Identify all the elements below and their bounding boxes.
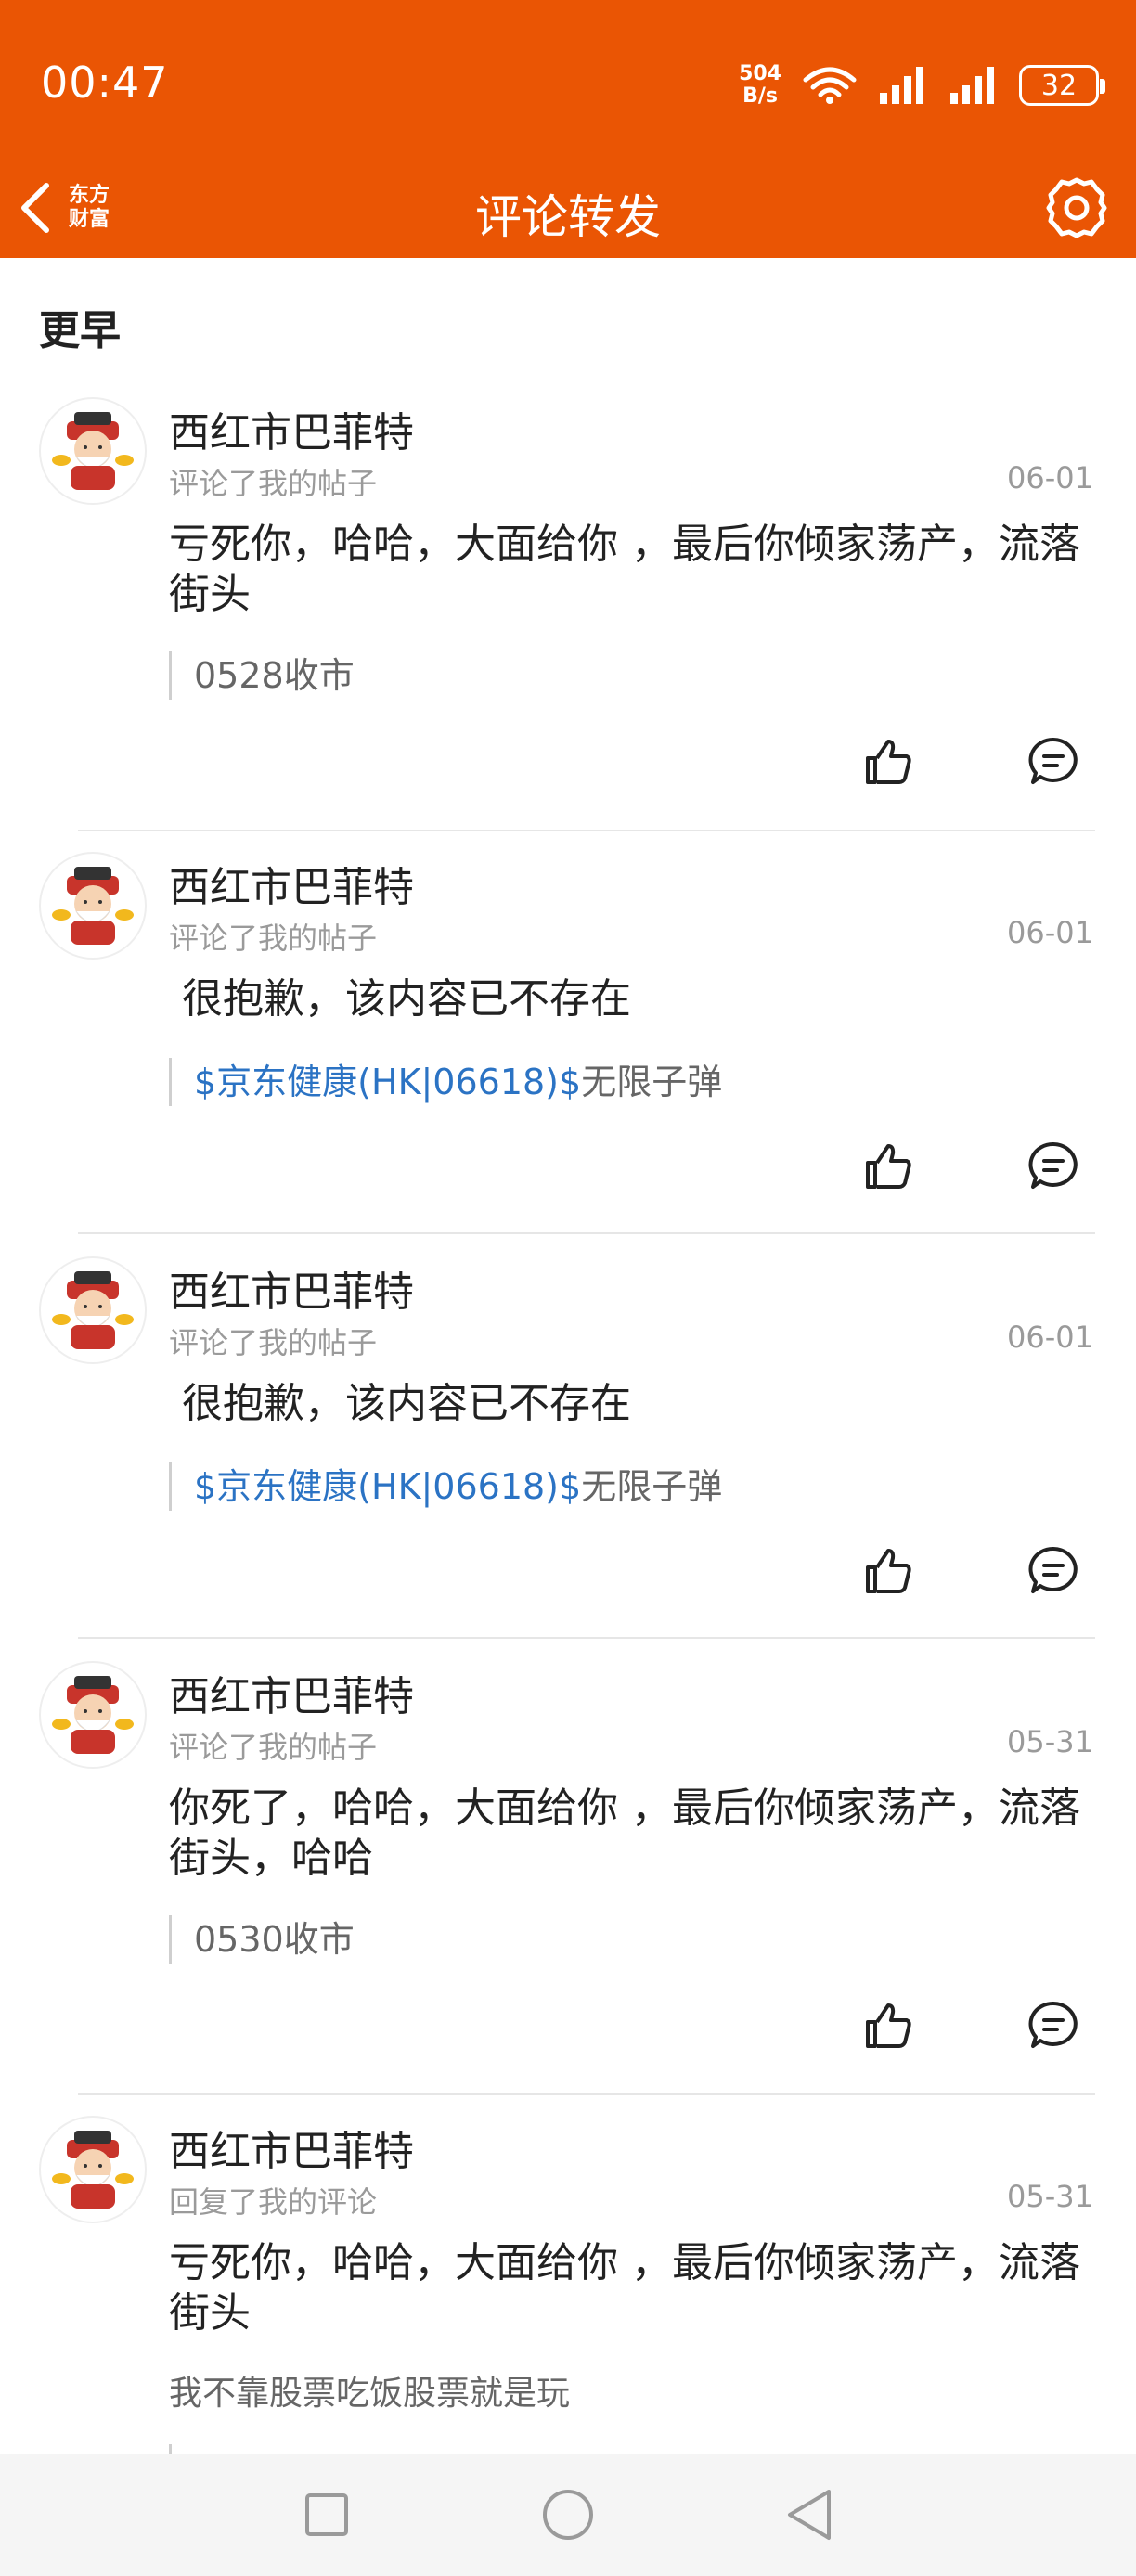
comment-icon	[1028, 2001, 1078, 2048]
action-text: 评论了我的帖子	[169, 1325, 378, 1360]
wifi-icon	[803, 67, 857, 104]
quoted-post-text: 0528收市	[194, 655, 355, 696]
quoted-post-text: 无限子弹	[581, 1062, 723, 1102]
quoted-post[interactable]: $京东健康(HK|06618)$无限子弹	[169, 1462, 722, 1511]
date: 06-01	[1007, 1320, 1093, 1355]
username[interactable]: 西红市巴菲特	[169, 1258, 414, 1318]
date: 05-31	[1007, 2179, 1093, 2214]
section-heading: 更早	[39, 307, 121, 354]
signal-icon-2	[950, 67, 994, 104]
avatar[interactable]	[39, 1661, 147, 1769]
action-text: 回复了我的评论	[169, 2184, 378, 2220]
quoted-post-text: 无限子弹	[581, 1466, 723, 1507]
quoted-post[interactable]: $京东健康(HK|06618)$无限子弹	[169, 1058, 722, 1106]
divider	[78, 1232, 1095, 1234]
date: 06-01	[1007, 460, 1093, 496]
divider	[78, 2093, 1095, 2095]
comment-button[interactable]	[1021, 1993, 1086, 2058]
nav-bar: 东方 财富 评论转发	[0, 158, 1136, 258]
divider	[78, 1637, 1095, 1639]
action-text: 评论了我的帖子	[169, 1730, 378, 1765]
date: 05-31	[1007, 1724, 1093, 1759]
comment-text[interactable]: 你死了，哈哈，大面给你 ，最后你倾家荡产，流落街头，哈哈	[169, 1784, 1097, 1884]
stock-link[interactable]: $京东健康(HK|06618)$	[194, 1062, 581, 1102]
avatar[interactable]	[39, 397, 147, 505]
action-text: 评论了我的帖子	[169, 921, 378, 956]
quoted-post-text: 0530收市	[194, 1919, 355, 1960]
comment-icon	[1028, 1546, 1078, 1593]
divider	[78, 830, 1095, 831]
comment-button[interactable]	[1021, 1134, 1086, 1199]
avatar[interactable]	[39, 1256, 147, 1364]
username[interactable]: 西红市巴菲特	[169, 854, 414, 913]
like-button[interactable]	[856, 1134, 921, 1199]
like-button[interactable]	[856, 1993, 921, 2058]
comment-button[interactable]	[1021, 1539, 1086, 1604]
quoted-post	[169, 2444, 194, 2454]
comment-text[interactable]: 很抱歉，该内容已不存在	[169, 974, 1097, 1024]
comment-text[interactable]: 亏死你，哈哈，大面给你 ，最后你倾家荡产，流落街头	[169, 2238, 1097, 2338]
avatar-icon	[52, 1676, 134, 1754]
system-nav-bar	[0, 2454, 1136, 2576]
quoted-post[interactable]: 0530收市	[169, 1915, 355, 1964]
comment-text[interactable]: 很抱歉，该内容已不存在	[169, 1379, 1097, 1429]
thumbs-up-icon	[866, 1549, 911, 1593]
back-nav-button[interactable]	[776, 2481, 843, 2548]
action-text: 评论了我的帖子	[169, 466, 378, 501]
thumbs-up-icon	[866, 1144, 911, 1189]
page-title: 评论转发	[475, 190, 661, 244]
avatar[interactable]	[39, 852, 147, 960]
status-time: 00:47	[41, 58, 169, 108]
stock-link[interactable]: $京东健康(HK|06618)$	[194, 1466, 581, 1507]
circle-icon	[543, 2490, 593, 2540]
avatar[interactable]	[39, 2116, 147, 2223]
date: 06-01	[1007, 915, 1093, 950]
avatar-icon	[52, 1271, 134, 1349]
username[interactable]: 西红市巴菲特	[169, 1663, 414, 1722]
gear-icon	[1046, 177, 1107, 238]
comment-icon	[1028, 1141, 1078, 1189]
battery-indicator: 32	[1019, 65, 1105, 106]
comment-text[interactable]: 亏死你，哈哈，大面给你 ，最后你倾家荡产，流落街头	[169, 520, 1097, 620]
avatar-icon	[52, 867, 134, 945]
status-bar: 00:47 504 B/s 32	[0, 0, 1136, 158]
signal-icon	[880, 67, 923, 104]
like-button[interactable]	[856, 1539, 921, 1604]
avatar-icon	[52, 412, 134, 490]
comment-icon	[1028, 737, 1078, 784]
avatar-icon	[52, 2131, 134, 2209]
thumbs-up-icon	[866, 740, 911, 784]
comment-button[interactable]	[1021, 729, 1086, 794]
square-icon	[305, 2493, 348, 2536]
quoted-post[interactable]: 0528收市	[169, 651, 355, 700]
network-speed: 504 B/s	[739, 62, 781, 108]
thumbs-up-icon	[866, 2003, 911, 2048]
replied-comment-text[interactable]: 我不靠股票吃饭股票就是玩	[169, 2366, 570, 2415]
settings-button[interactable]	[1039, 171, 1114, 245]
username[interactable]: 西红市巴菲特	[169, 2118, 414, 2177]
username[interactable]: 西红市巴菲特	[169, 399, 414, 458]
triangle-back-icon	[788, 2490, 831, 2540]
home-button[interactable]	[535, 2481, 601, 2548]
recent-apps-button[interactable]	[293, 2481, 360, 2548]
like-button[interactable]	[856, 729, 921, 794]
status-icons: 504 B/s 32	[739, 58, 1105, 113]
